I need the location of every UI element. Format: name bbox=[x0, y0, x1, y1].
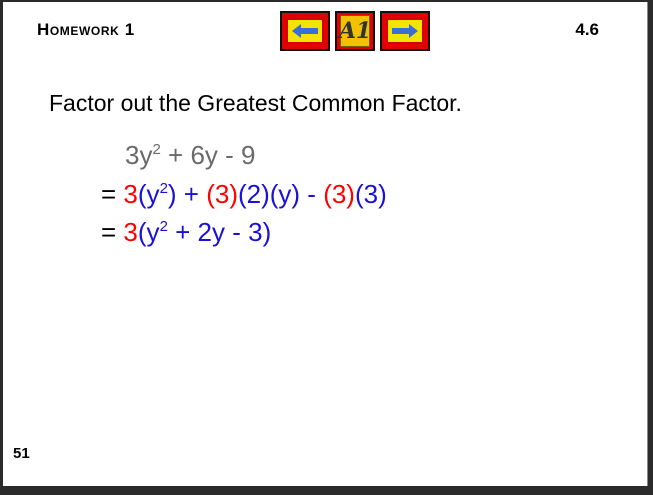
exponent: 2 bbox=[159, 218, 168, 235]
original-expression: 3y2 + 6y - 9 bbox=[125, 140, 255, 171]
term: 3y bbox=[125, 140, 153, 170]
exponent: 2 bbox=[152, 141, 161, 158]
term: (2)(y) - bbox=[237, 179, 324, 209]
factored-expression: = 3(y2 + 2y - 3) bbox=[101, 217, 271, 248]
slide: Homework 1 A1 4.6 Factor out the Greates… bbox=[3, 2, 648, 486]
gcf-factor: 3 bbox=[123, 217, 138, 247]
term: (3) bbox=[354, 179, 387, 209]
equals-sign: = bbox=[101, 217, 124, 247]
term: + 2y - 3) bbox=[167, 217, 272, 247]
problem-prompt: Factor out the Greatest Common Factor. bbox=[49, 90, 462, 116]
equals-sign: = bbox=[101, 179, 124, 209]
home-button[interactable]: A1 bbox=[335, 11, 375, 51]
left-arrow-icon bbox=[292, 24, 318, 38]
term: + 6y - 9 bbox=[160, 140, 256, 170]
gcf-factor: 3 bbox=[123, 179, 138, 209]
page-number: 51 bbox=[13, 445, 30, 462]
term: (y bbox=[137, 217, 160, 247]
right-arrow-icon bbox=[392, 24, 418, 38]
gcf-factor: (3) bbox=[206, 179, 238, 209]
slide-title: Homework 1 bbox=[37, 20, 135, 39]
gcf-factor: (3) bbox=[323, 179, 355, 209]
home-icon: A1 bbox=[339, 15, 371, 47]
nav-buttons: A1 bbox=[280, 11, 430, 51]
previous-button[interactable] bbox=[280, 11, 330, 51]
exponent: 2 bbox=[159, 180, 168, 197]
term: (y bbox=[137, 179, 160, 209]
section-number: 4.6 bbox=[575, 20, 599, 39]
term: ) + bbox=[167, 179, 207, 209]
expanded-expression: = 3(y2) + (3)(2)(y) - (3)(3) bbox=[101, 179, 387, 210]
next-button[interactable] bbox=[380, 11, 430, 51]
